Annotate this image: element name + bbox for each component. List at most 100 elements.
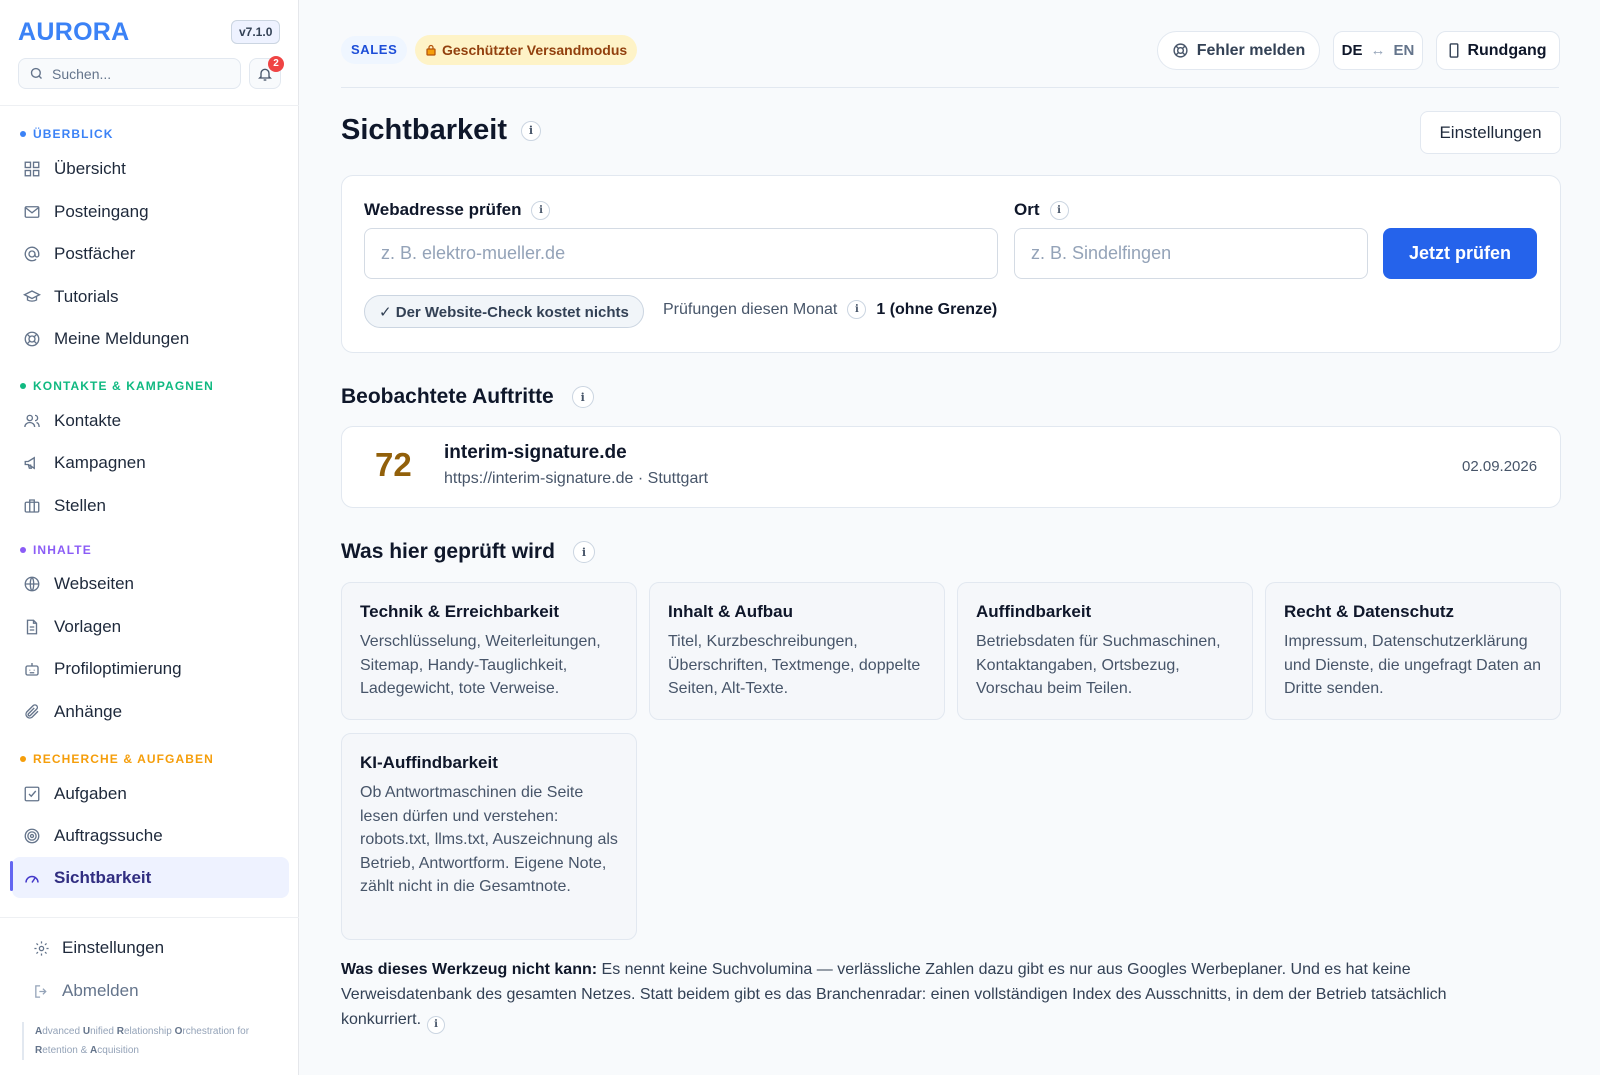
sidebar-item-posteingang[interactable]: Posteingang (12, 191, 289, 232)
sidebar: AURORA v7.1.0 2 ÜBERBLICK Übersicht Post… (0, 0, 299, 1075)
users-icon (22, 411, 42, 431)
section-contacts: KONTAKTE & KAMPAGNEN (20, 379, 214, 393)
sidebar-item-uebersicht[interactable]: Übersicht (12, 148, 289, 189)
sidebar-item-label: Postfächer (54, 243, 136, 263)
graduation-cap-icon (22, 287, 42, 307)
location-input[interactable] (1014, 228, 1368, 279)
tagline-word: cquisition (97, 1045, 139, 1056)
sidebar-item-label: Sichtbarkeit (54, 867, 152, 887)
checks-heading-text: Was hier geprüft wird (341, 540, 555, 563)
tour-button[interactable]: Rundgang (1436, 31, 1560, 70)
logout-link[interactable]: Abmelden (33, 981, 139, 1001)
gear-icon (33, 940, 50, 957)
tagline-initial: R (116, 1026, 124, 1037)
info-icon[interactable]: i (427, 1015, 446, 1034)
sidebar-item-sichtbarkeit[interactable]: Sichtbarkeit (12, 857, 289, 898)
search-input[interactable] (52, 65, 222, 82)
section-content: INHALTE (20, 543, 92, 557)
limitations-note: Was dieses Werkzeug nicht kann: Es nennt… (341, 957, 1501, 1034)
dashboard-icon (22, 159, 42, 179)
page-title-text: Sichtbarkeit (341, 114, 507, 146)
url-input[interactable] (364, 228, 998, 279)
info-icon[interactable]: i (531, 200, 551, 220)
tagline-word: rchestration for (182, 1026, 250, 1037)
check-card-text: Verschlüsselung, Weiterleitungen, Sitema… (360, 633, 601, 697)
check-now-button[interactable]: Jetzt prüfen (1383, 228, 1537, 279)
info-icon[interactable]: i (571, 386, 594, 408)
sidebar-item-label: Aufgaben (54, 783, 127, 803)
brand-logo[interactable]: AURORA (18, 18, 130, 47)
sidebar-item-label: Profiloptimierung (54, 658, 182, 678)
info-icon[interactable]: i (1049, 200, 1069, 220)
sidebar-item-label: Übersicht (54, 158, 126, 178)
section-label: ÜBERBLICK (33, 127, 114, 141)
site-date: 02.09.2026 (1462, 458, 1538, 475)
divider (341, 87, 1559, 88)
section-dot (20, 547, 26, 553)
url-label: Webadresse prüfen i (364, 200, 551, 220)
location-label: Ort i (1014, 200, 1069, 220)
active-indicator (10, 861, 13, 891)
settings-label: Einstellungen (62, 938, 165, 957)
site-name[interactable]: interim-signature.de (444, 442, 627, 464)
settings-button[interactable]: Einstellungen (1420, 111, 1561, 154)
check-card-text: Titel, Kurzbeschreibungen, Überschriften… (668, 633, 921, 697)
brand-tagline: Advanced Unified Relationship Orchestrat… (22, 1022, 272, 1060)
sidebar-search[interactable] (18, 58, 241, 89)
version-badge: v7.1.0 (231, 20, 281, 44)
language-toggle[interactable]: DE ↔ EN (1333, 31, 1423, 70)
section-dot (20, 131, 26, 137)
checkbox-icon (22, 784, 42, 804)
info-icon[interactable]: i (847, 300, 867, 319)
free-check-badge: ✓ Der Website-Check kostet nichts (364, 295, 644, 328)
report-label: Fehler melden (1196, 41, 1306, 59)
section-overview: ÜBERBLICK (20, 127, 114, 141)
monthly-quota: Prüfungen diesen Monat i 1 (ohne Grenze) (663, 300, 997, 319)
logout-label: Abmelden (62, 981, 139, 1000)
check-card-inhalt: Inhalt & Aufbau Titel, Kurzbeschreibunge… (649, 582, 945, 720)
sidebar-item-label: Stellen (54, 495, 106, 515)
section-research: RECHERCHE & AUFGABEN (20, 752, 214, 766)
observed-site-row[interactable] (341, 426, 1561, 508)
sidebar-item-aufgaben[interactable]: Aufgaben (12, 773, 289, 814)
sidebar-item-vorlagen[interactable]: Vorlagen (12, 606, 289, 647)
protected-mode-chip: Geschützter Versandmodus (415, 35, 638, 65)
divider (0, 105, 299, 106)
sidebar-item-label: Kampagnen (54, 452, 146, 472)
sidebar-item-profiloptimierung[interactable]: Profiloptimierung (12, 648, 289, 689)
sidebar-item-webseiten[interactable]: Webseiten (12, 563, 289, 604)
logout-icon (33, 983, 50, 1000)
sidebar-item-anhaenge[interactable]: Anhänge (12, 691, 289, 732)
info-icon[interactable]: i (572, 541, 595, 563)
sidebar-item-label: Tutorials (54, 286, 119, 306)
globe-icon (22, 574, 42, 594)
location-label-text: Ort (1014, 200, 1040, 219)
tagline-word: elationship (123, 1026, 175, 1037)
site-url-location: https://interim-signature.de · Stuttgart (444, 470, 709, 487)
check-card-title: Recht & Datenschutz (1284, 602, 1455, 621)
check-card-title: Technik & Erreichbarkeit (360, 602, 560, 621)
robot-icon (22, 659, 42, 679)
sidebar-item-tutorials[interactable]: Tutorials (12, 276, 289, 317)
check-card-title: Inhalt & Aufbau (668, 602, 793, 621)
lang-de: DE (1341, 42, 1363, 59)
sidebar-item-postfaecher[interactable]: Postfächer (12, 233, 289, 274)
document-icon (22, 617, 42, 637)
sidebar-item-kampagnen[interactable]: Kampagnen (12, 442, 289, 483)
sidebar-item-label: Kontakte (54, 410, 122, 430)
info-icon[interactable]: i (521, 120, 541, 141)
megaphone-icon (22, 453, 42, 473)
sidebar-item-stellen[interactable]: Stellen (12, 485, 289, 526)
check-card-text: Betriebsdaten für Suchmaschinen, Kontakt… (976, 633, 1221, 697)
report-bug-button[interactable]: Fehler melden (1157, 31, 1320, 70)
mode-label: Geschützter Versandmodus (442, 42, 628, 58)
divider (0, 917, 299, 918)
gauge-icon (22, 868, 42, 888)
sidebar-settings-link[interactable]: Einstellungen (33, 938, 164, 958)
lang-en: EN (1393, 42, 1415, 59)
sidebar-item-label: Meine Meldungen (54, 328, 190, 348)
sidebar-item-meldungen[interactable]: Meine Meldungen (12, 318, 289, 359)
sidebar-item-kontakte[interactable]: Kontakte (12, 400, 289, 441)
sidebar-item-auftragssuche[interactable]: Auftragssuche (12, 815, 289, 856)
tagline-word: dvanced (42, 1026, 83, 1037)
